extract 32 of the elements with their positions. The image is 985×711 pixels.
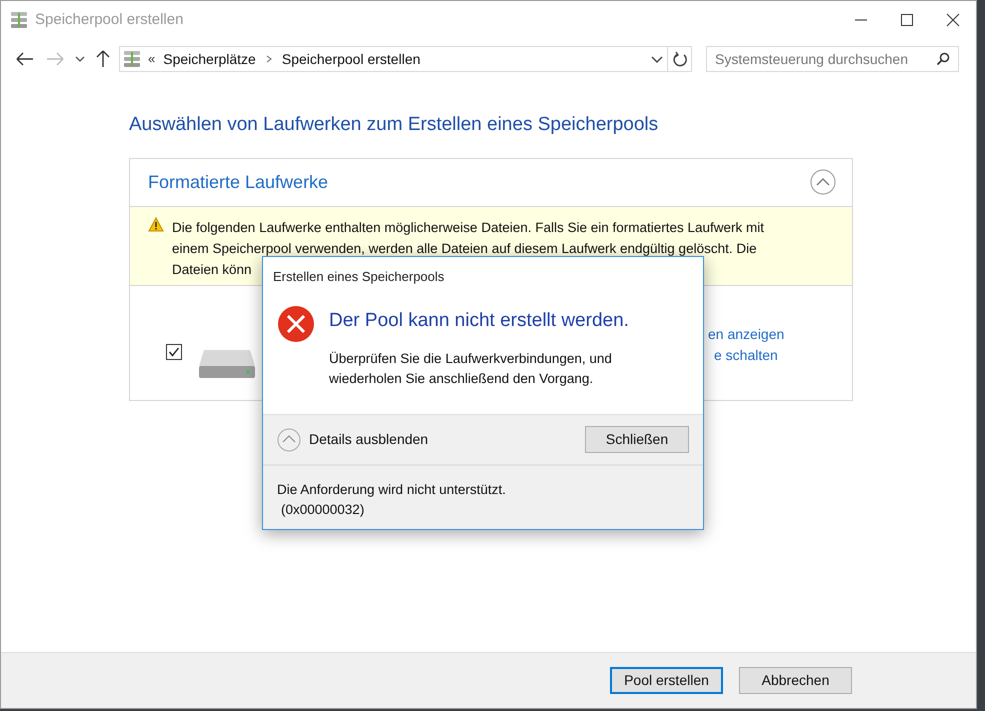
drive-link[interactable]: e schalten	[714, 344, 778, 366]
error-detail: Überprüfen Sie die Laufwerkverbindungen, und wiederholen Sie anschließend den Vorgang.	[329, 350, 613, 388]
dialog-button[interactable]: Pool erstellen	[610, 667, 723, 694]
collapse-icon[interactable]	[810, 169, 836, 195]
collapse-icon	[277, 428, 301, 452]
details-toggle[interactable]: Details ausblenden	[277, 428, 428, 452]
overflow-chevron[interactable]: «	[148, 49, 156, 69]
drive-link[interactable]: en anzeigen	[708, 324, 784, 344]
breadcrumb[interactable]: Speicherplätze	[163, 48, 256, 70]
error-message: Der Pool kann nicht erstellt werden.	[329, 308, 630, 332]
close-dialog-button[interactable]: Schließen	[585, 426, 689, 453]
search-field[interactable]: Systemsteuerung durchsuchen	[706, 46, 959, 72]
dialog-button[interactable]: Abbrechen	[739, 667, 852, 694]
page-heading: Auswählen von Laufwerken zum Erstellen eines Speicherpools	[129, 113, 660, 137]
storage-pool-icon	[9, 10, 29, 30]
section-title: Formatierte Laufwerke	[148, 170, 328, 194]
warning-text: Die folgenden Laufwerke enthalten möglicherweise Dateien. Falls Sie ein formatiertes Laufwerk mit	[172, 218, 764, 237]
storage-pool-icon	[122, 49, 142, 69]
checkbox[interactable]	[166, 344, 182, 360]
dialog-title: Erstellen eines Speicherpools	[272, 268, 446, 286]
warning-icon	[148, 216, 164, 232]
refresh-icon[interactable]	[672, 51, 688, 67]
error-text: (0x00000032)	[280, 501, 366, 519]
warning-text: einem Speicherpool verwenden, werden alle Dateien auf diesem Laufwerk endgültig gelöscht. Die	[172, 240, 757, 258]
warning-text: Dateien könn	[172, 260, 252, 278]
error-icon	[277, 304, 315, 342]
address-bar[interactable]: « Speicherplätze Speicherpool erstellen	[119, 46, 692, 72]
search-icon[interactable]	[936, 52, 950, 66]
error-text: Die Anforderung wird nicht unterstützt.	[277, 481, 507, 499]
window-title: Speicherpool erstellen	[35, 10, 184, 30]
breadcrumb[interactable]: Speicherpool erstellen	[282, 48, 420, 70]
checkmark-icon	[168, 346, 180, 358]
